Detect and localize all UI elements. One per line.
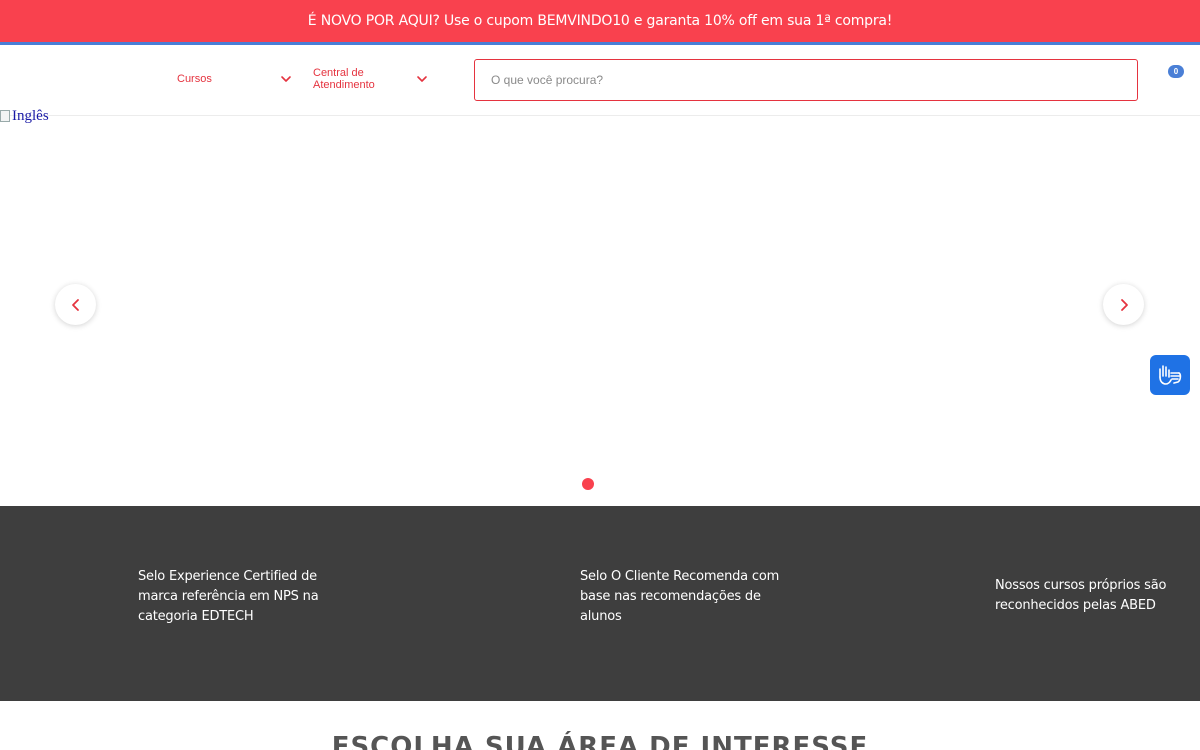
broken-image-icon: [0, 110, 10, 122]
cart-count-badge: 0: [1168, 65, 1184, 78]
promo-text: É NOVO POR AQUI? Use o cupom BEMVINDO10 …: [307, 13, 893, 29]
hero-banner-image[interactable]: Inglês: [0, 108, 49, 125]
search-input[interactable]: [474, 59, 1138, 101]
seal-experience-certified: Selo Experience Certified de marca refer…: [138, 569, 319, 624]
sign-language-hands-icon: [1159, 365, 1182, 385]
promo-banner[interactable]: É NOVO POR AQUI? Use o cupom BEMVINDO10 …: [0, 0, 1200, 42]
nav-central-label: Central de Atendimento: [313, 67, 375, 91]
nav-cursos-dropdown[interactable]: Cursos: [177, 72, 292, 86]
chevron-left-icon: [71, 298, 79, 311]
carousel-next-button[interactable]: [1103, 284, 1144, 325]
chevron-down-icon: [416, 73, 428, 85]
hero-carousel: Inglês: [0, 108, 1200, 506]
chevron-right-icon: [1120, 298, 1128, 311]
hero-image-alt-text: Inglês: [12, 108, 49, 124]
site-header: Cursos Central de Atendimento 0: [0, 45, 1200, 116]
cart-button[interactable]: 0: [1160, 61, 1190, 85]
carousel-prev-button[interactable]: [55, 284, 96, 325]
nav-central-atendimento-dropdown[interactable]: Central de Atendimento: [313, 66, 428, 92]
section-title-interest-areas: ESCOLHA SUA ÁREA DE INTERESSE: [331, 732, 869, 750]
certification-seals: Selo Experience Certified de marca refer…: [0, 506, 1200, 701]
seal-cliente-recomenda: Selo O Cliente Recomenda com base nas re…: [580, 569, 780, 624]
seal-abed: Nossos cursos próprios são reconhecidos …: [995, 578, 1167, 613]
accessibility-sign-language-button[interactable]: [1150, 355, 1190, 395]
chevron-down-icon: [280, 73, 292, 85]
nav-cursos-label: Cursos: [177, 73, 212, 85]
carousel-dot-active[interactable]: [582, 478, 594, 490]
